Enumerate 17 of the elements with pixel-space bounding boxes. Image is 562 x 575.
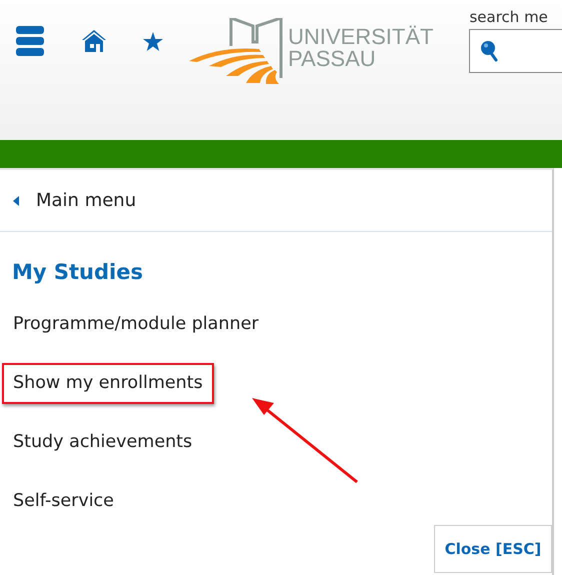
close-button[interactable]: Close [ESC] [434, 525, 552, 573]
menu-item[interactable]: Study achievements [2, 422, 204, 463]
menu-item[interactable]: Self-service [2, 481, 125, 522]
menu-item[interactable]: Show my enrollments [2, 363, 214, 404]
search-field[interactable] [469, 29, 562, 73]
back-link[interactable]: Main menu [0, 170, 552, 232]
menu-icon[interactable] [15, 25, 45, 57]
back-label: Main menu [36, 190, 136, 211]
logo-text: UNIVERSITÄT [288, 26, 434, 48]
menu-heading: My Studies [11, 259, 144, 286]
search-label: search me [469, 8, 548, 26]
home-icon[interactable] [81, 29, 107, 53]
search-icon [480, 40, 498, 62]
menu-item[interactable]: Programme/module planner [2, 304, 270, 345]
chevron-left-icon [13, 196, 20, 206]
logo-text: PASSAU [288, 48, 377, 70]
star-icon[interactable] [143, 32, 163, 50]
